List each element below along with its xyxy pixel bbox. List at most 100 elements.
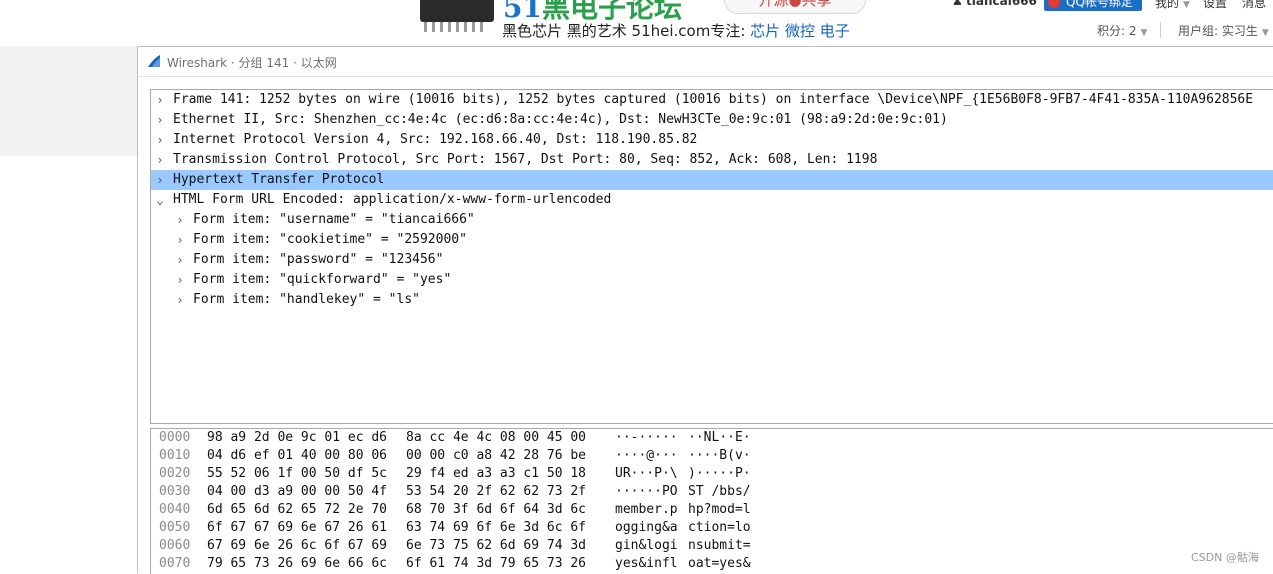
points-stat[interactable]: 积分: 2 ▼ [1097, 22, 1147, 39]
hex-bytes-first: 6f 67 67 69 6e 67 26 61 [207, 520, 388, 535]
tagline-link-electronics[interactable]: 电子 [820, 22, 850, 40]
tree-row[interactable]: › Form item: "username" = "tiancai666" [151, 210, 1273, 230]
tree-row-label: Form item: "username" = "tiancai666" [193, 212, 475, 227]
hex-row[interactable]: 0030 04 00 d3 a9 00 00 50 4f 53 54 20 2f 6… [151, 483, 1273, 501]
chevron-right-icon[interactable]: › [174, 210, 186, 230]
hex-bytes-second: 68 70 3f 6d 6f 64 3d 6c [406, 502, 587, 517]
ascii-second: ····B(v· [688, 448, 751, 463]
window-title: Wireshark · 分组 141 · 以太网 [167, 56, 337, 70]
chevron-right-icon[interactable]: › [174, 250, 186, 270]
hex-offset: 0070 [159, 556, 191, 571]
tree-row-label: Form item: "password" = "123456" [193, 252, 444, 267]
ascii-second: ction=lo [688, 520, 751, 535]
hex-bytes-first: 55 52 06 1f 00 50 df 5c [207, 466, 388, 481]
tree-row[interactable]: › Ethernet II, Src: Shenzhen_cc:4e:4c (ec… [151, 110, 1273, 130]
tree-row[interactable]: › Transmission Control Protocol, Src Port… [151, 150, 1273, 170]
promo-badge[interactable]: 开源●共享 [724, 0, 866, 14]
chevron-down-icon: ▼ [1140, 28, 1148, 38]
ascii-second: hp?mod=l [688, 502, 751, 517]
username-link[interactable]: tiancai666 [966, 0, 1037, 8]
tree-row-label: Hypertext Transfer Protocol [173, 172, 385, 187]
tree-row-label: HTML Form URL Encoded: application/x-www… [173, 192, 612, 207]
hex-offset: 0040 [159, 502, 191, 517]
tree-row-label: Internet Protocol Version 4, Src: 192.16… [173, 132, 698, 147]
nav-settings[interactable]: 设置 [1203, 0, 1227, 11]
chevron-right-icon[interactable]: › [174, 270, 186, 290]
chevron-right-icon[interactable]: › [154, 90, 166, 110]
tree-row[interactable]: › Form item: "password" = "123456" [151, 250, 1273, 270]
chevron-right-icon[interactable]: › [174, 230, 186, 250]
tree-row[interactable]: › Internet Protocol Version 4, Src: 192.1… [151, 130, 1273, 150]
ascii-first: ogging&a [615, 520, 678, 535]
chevron-right-icon[interactable]: › [154, 170, 166, 190]
hex-row[interactable]: 0050 6f 67 67 69 6e 67 26 61 63 74 69 6f 6… [151, 519, 1273, 537]
tree-row-label: Form item: "cookietime" = "2592000" [193, 232, 467, 247]
ascii-second: )·····P· [688, 466, 751, 481]
ascii-second: ST /bbs/ [688, 484, 751, 499]
chevron-right-icon[interactable]: › [154, 110, 166, 130]
ascii-first: ····@··· [615, 448, 678, 463]
hex-bytes-second: 63 74 69 6f 6e 3d 6c 6f [406, 520, 587, 535]
chevron-right-icon[interactable]: › [154, 150, 166, 170]
ascii-first: yes&infl [615, 556, 678, 571]
packet-bytes-pane[interactable]: 0000 98 a9 2d 0e 9c 01 ec d6 8a cc 4e 4c 0… [150, 428, 1273, 574]
ascii-first: gin&logi [615, 538, 678, 553]
hex-bytes-second: 29 f4 ed a3 a3 c1 50 18 [406, 466, 587, 481]
tree-row[interactable]: ⌄ HTML Form URL Encoded: application/x-ww… [151, 190, 1273, 210]
hex-bytes-second: 53 54 20 2f 62 62 73 2f [406, 484, 587, 499]
ascii-second: ··NL··E· [688, 430, 751, 445]
hex-bytes-second: 00 00 c0 a8 42 28 76 be [406, 448, 587, 463]
hex-row[interactable]: 0010 04 d6 ef 01 40 00 80 06 00 00 c0 a8 4… [151, 447, 1273, 465]
qq-bind-button[interactable]: QQ帐号绑定 [1044, 0, 1142, 11]
nav-my[interactable]: 我的 ▼ [1155, 0, 1190, 11]
tree-row[interactable]: › Frame 141: 1252 bytes on wire (10016 bi… [151, 90, 1273, 110]
watermark: CSDN @骷海 [1191, 551, 1259, 564]
site-tagline: 黑色芯片 黑的艺术 51hei.com专注: 芯片 微控 电子 [502, 20, 850, 41]
tree-row-label: Frame 141: 1252 bytes on wire (10016 bit… [173, 92, 1254, 107]
hex-offset: 0000 [159, 430, 191, 445]
window-titlebar[interactable]: Wireshark · 分组 141 · 以太网 [138, 47, 1273, 77]
hex-offset: 0050 [159, 520, 191, 535]
hex-bytes-first: 67 69 6e 26 6c 6f 67 69 [207, 538, 388, 553]
hex-offset: 0010 [159, 448, 191, 463]
user-group-label: 用户组: 实习生 [1178, 24, 1258, 38]
user-group-stat[interactable]: 用户组: 实习生 ▼ [1178, 22, 1269, 39]
chevron-down-icon: ▼ [1183, 0, 1190, 10]
hex-offset: 0060 [159, 538, 191, 553]
ascii-second: nsubmit= [688, 538, 751, 553]
chevron-right-icon[interactable]: › [174, 290, 186, 310]
packet-details-tree[interactable]: › Frame 141: 1252 bytes on wire (10016 bi… [150, 89, 1273, 424]
hex-bytes-first: 04 00 d3 a9 00 00 50 4f [207, 484, 388, 499]
tree-row-label: Form item: "handlekey" = "ls" [193, 292, 420, 307]
hex-bytes-second: 8a cc 4e 4c 08 00 45 00 [406, 430, 587, 445]
hex-row[interactable]: 0070 79 65 73 26 69 6e 66 6c 6f 61 74 3d 7… [151, 555, 1273, 573]
wireshark-fin-icon [148, 55, 160, 67]
hex-offset: 0020 [159, 466, 191, 481]
chip-logo-icon [414, 0, 500, 34]
chevron-right-icon[interactable]: › [154, 130, 166, 150]
hex-bytes-first: 79 65 73 26 69 6e 66 6c [207, 556, 388, 571]
hex-row[interactable]: 0000 98 a9 2d 0e 9c 01 ec d6 8a cc 4e 4c 0… [151, 429, 1273, 447]
chevron-down-icon[interactable]: ⌄ [154, 190, 166, 210]
hex-bytes-second: 6e 73 75 62 6d 69 74 3d [406, 538, 587, 553]
divider [1160, 22, 1161, 38]
hex-bytes-first: 04 d6 ef 01 40 00 80 06 [207, 448, 388, 463]
tree-row-label: Form item: "quickforward" = "yes" [193, 272, 452, 287]
ascii-first: UR···P·\ [615, 466, 678, 481]
hex-bytes-first: 6d 65 6d 62 65 72 2e 70 [207, 502, 388, 517]
tree-row[interactable]: › Form item: "cookietime" = "2592000" [151, 230, 1273, 250]
nav-my-label: 我的 [1155, 0, 1180, 10]
hex-offset: 0030 [159, 484, 191, 499]
hex-row[interactable]: 0040 6d 65 6d 62 65 72 2e 70 68 70 3f 6d 6… [151, 501, 1273, 519]
chevron-down-icon: ▼ [1261, 28, 1269, 38]
user-avatar-icon: ♟ [952, 0, 963, 8]
forum-header: 51黑电子论坛 黑色芯片 黑的艺术 51hei.com专注: 芯片 微控 电子 … [0, 0, 1273, 46]
hex-row[interactable]: 0020 55 52 06 1f 00 50 df 5c 29 f4 ed a3 a… [151, 465, 1273, 483]
tagline-link-chip[interactable]: 芯片 [750, 22, 780, 40]
tagline-link-mcu[interactable]: 微控 [785, 22, 815, 40]
tree-row[interactable]: › Hypertext Transfer Protocol [151, 170, 1273, 190]
tree-row[interactable]: › Form item: "handlekey" = "ls" [151, 290, 1273, 310]
hex-row[interactable]: 0060 67 69 6e 26 6c 6f 67 69 6e 73 75 62 6… [151, 537, 1273, 555]
nav-messages[interactable]: 消息 [1242, 0, 1266, 11]
tree-row[interactable]: › Form item: "quickforward" = "yes" [151, 270, 1273, 290]
